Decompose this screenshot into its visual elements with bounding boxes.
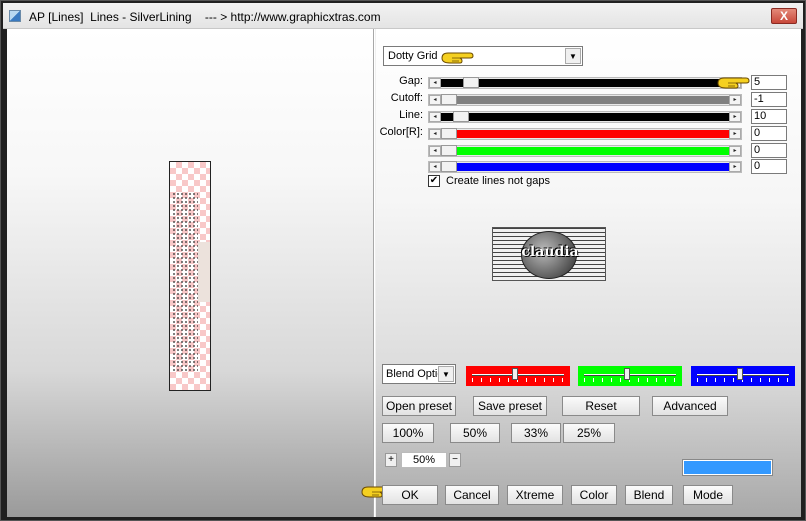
window-title: AP [Lines] Lines - SilverLining --- > ht… bbox=[29, 10, 381, 24]
slider-ticks bbox=[584, 378, 676, 382]
zoom-value-field[interactable]: 50% bbox=[401, 452, 447, 468]
action-mode-button[interactable]: Mode bbox=[683, 485, 733, 505]
color-b-slider[interactable]: ◂ ▸ bbox=[428, 161, 742, 173]
preview-pane bbox=[7, 29, 373, 517]
controls-pane: Dotty Grid ▼ Gap:◂▸5Cutoff:◂▸-1Line:◂▸10… bbox=[361, 29, 801, 517]
red-blend-slider[interactable] bbox=[466, 366, 570, 386]
logo-text: claudia bbox=[521, 244, 579, 260]
preset-save-preset-button[interactable]: Save preset bbox=[473, 396, 547, 416]
app-icon bbox=[9, 10, 21, 22]
line-slider-fill-left bbox=[441, 113, 453, 121]
preview-strip bbox=[198, 242, 210, 302]
action-xtreme-button[interactable]: Xtreme bbox=[507, 485, 563, 505]
arrow-left-icon[interactable]: ◂ bbox=[429, 146, 441, 156]
color-r-slider-thumb[interactable] bbox=[441, 128, 457, 139]
action-cancel-button[interactable]: Cancel bbox=[445, 485, 499, 505]
blend-selected: Blend Optio bbox=[386, 368, 444, 380]
line-label: Line: bbox=[399, 109, 423, 121]
arrow-left-icon[interactable]: ◂ bbox=[429, 112, 441, 122]
plugin-window: AP [Lines] Lines - SilverLining --- > ht… bbox=[0, 0, 806, 521]
zoom-100-button[interactable]: 100% bbox=[382, 423, 434, 443]
zoom-50-button[interactable]: 50% bbox=[450, 423, 500, 443]
red-blend-slider-knob[interactable] bbox=[512, 368, 518, 380]
preset-dropdown[interactable]: Dotty Grid ▼ bbox=[383, 46, 583, 66]
color-g-slider[interactable]: ◂ ▸ bbox=[428, 145, 742, 157]
color-b-slider-thumb[interactable] bbox=[441, 161, 457, 172]
client-area: Dotty Grid ▼ Gap:◂▸5Cutoff:◂▸-1Line:◂▸10… bbox=[7, 29, 801, 517]
arrow-right-icon[interactable]: ▸ bbox=[729, 129, 741, 139]
line-value-input[interactable]: 10 bbox=[751, 109, 787, 124]
line-slider[interactable]: ◂ ▸ bbox=[428, 111, 742, 123]
title-bar: AP [Lines] Lines - SilverLining --- > ht… bbox=[3, 3, 803, 29]
action-color-button[interactable]: Color bbox=[571, 485, 617, 505]
line-slider-fill bbox=[469, 113, 729, 121]
gap-slider-fill bbox=[479, 79, 729, 87]
gap-slider-fill-left bbox=[441, 79, 463, 87]
gap-label: Gap: bbox=[399, 75, 423, 87]
pointing-hand-icon bbox=[717, 77, 750, 89]
cutoff-value-input[interactable]: -1 bbox=[751, 92, 787, 107]
line-slider-thumb[interactable] bbox=[453, 111, 469, 122]
slider-ticks bbox=[472, 378, 564, 382]
cutoff-slider-thumb[interactable] bbox=[441, 94, 457, 105]
color-r-value-input[interactable]: 0 bbox=[751, 126, 787, 141]
arrow-right-icon[interactable]: ▸ bbox=[729, 162, 741, 172]
arrow-left-icon[interactable]: ◂ bbox=[429, 162, 441, 172]
slider-rail bbox=[472, 374, 564, 376]
close-button[interactable]: X bbox=[771, 8, 797, 24]
arrow-left-icon[interactable]: ◂ bbox=[429, 95, 441, 105]
zoom-33-button[interactable]: 33% bbox=[511, 423, 561, 443]
cutoff-slider[interactable]: ◂ ▸ bbox=[428, 94, 742, 106]
action-ok-button[interactable]: OK bbox=[382, 485, 438, 505]
pointing-hand-icon bbox=[441, 52, 474, 64]
arrow-right-icon[interactable]: ▸ bbox=[729, 112, 741, 122]
arrow-left-icon[interactable]: ◂ bbox=[429, 78, 441, 88]
watermark-logo: claudia bbox=[492, 227, 606, 281]
chevron-down-icon[interactable]: ▼ bbox=[438, 366, 454, 382]
preview-dot-grid bbox=[172, 192, 198, 372]
color-g-value-input[interactable]: 0 bbox=[751, 143, 787, 158]
color-r-label: Color[R]: bbox=[379, 126, 423, 138]
color-swatch[interactable] bbox=[682, 459, 773, 476]
preset-advanced-button[interactable]: Advanced bbox=[652, 396, 728, 416]
preview-image[interactable] bbox=[169, 161, 211, 391]
green-blend-slider[interactable] bbox=[578, 366, 682, 386]
zoom-in-button[interactable]: + bbox=[385, 453, 397, 467]
slider-rail bbox=[584, 374, 676, 376]
blue-blend-slider-knob[interactable] bbox=[737, 368, 743, 380]
preset-selected: Dotty Grid bbox=[388, 50, 438, 62]
zoom-stepper[interactable]: + 50% − bbox=[385, 452, 463, 468]
color-b-value-input[interactable]: 0 bbox=[751, 159, 787, 174]
slider-ticks bbox=[697, 378, 789, 382]
color-r-slider[interactable]: ◂ ▸ bbox=[428, 128, 742, 140]
preset-open-preset-button[interactable]: Open preset bbox=[382, 396, 456, 416]
green-blend-slider-knob[interactable] bbox=[624, 368, 630, 380]
gap-slider[interactable]: ◂▸ bbox=[428, 77, 742, 89]
create-lines-label: Create lines not gaps bbox=[446, 175, 550, 187]
blend-options-dropdown[interactable]: Blend Optio ▼ bbox=[382, 364, 456, 384]
color-b-slider-fill bbox=[457, 163, 729, 171]
gap-value-input[interactable]: 5 bbox=[751, 75, 787, 90]
create-lines-checkbox[interactable]: ✔ bbox=[428, 175, 440, 187]
color-r-slider-fill bbox=[457, 130, 729, 138]
chevron-down-icon[interactable]: ▼ bbox=[565, 48, 581, 64]
zoom-out-button[interactable]: − bbox=[449, 453, 461, 467]
zoom-25-button[interactable]: 25% bbox=[563, 423, 615, 443]
color-g-slider-fill bbox=[457, 147, 729, 155]
slider-rail bbox=[697, 374, 789, 376]
arrow-right-icon[interactable]: ▸ bbox=[729, 95, 741, 105]
cutoff-label: Cutoff: bbox=[390, 92, 423, 104]
action-blend-button[interactable]: Blend bbox=[625, 485, 673, 505]
arrow-left-icon[interactable]: ◂ bbox=[429, 129, 441, 139]
gap-slider-thumb[interactable] bbox=[463, 77, 479, 88]
blue-blend-slider[interactable] bbox=[691, 366, 795, 386]
color-g-slider-thumb[interactable] bbox=[441, 145, 457, 156]
cutoff-slider-fill bbox=[457, 96, 729, 104]
arrow-right-icon[interactable]: ▸ bbox=[729, 146, 741, 156]
preset-reset-button[interactable]: Reset bbox=[562, 396, 640, 416]
